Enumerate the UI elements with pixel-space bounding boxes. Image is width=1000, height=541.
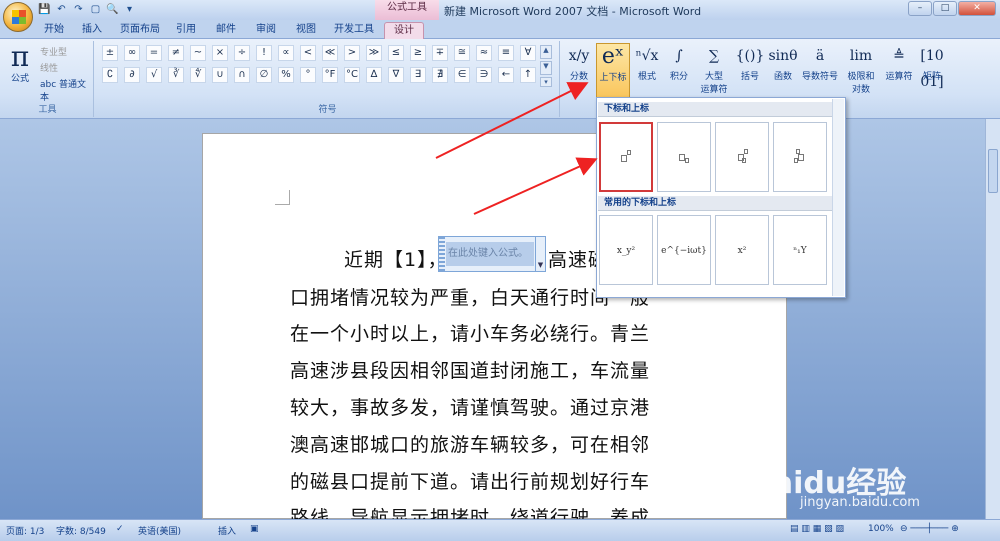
page-count[interactable]: 页面: 1/3 — [6, 524, 44, 537]
arrow-to-script-button — [435, 82, 589, 159]
insert-mode[interactable]: 插入 — [218, 524, 236, 537]
zoom-level[interactable]: 100% — [868, 524, 894, 534]
word-count[interactable]: 字数: 8/549 — [56, 524, 106, 537]
proofing-icon[interactable]: ✓ — [116, 524, 124, 534]
language-label[interactable]: 英语(美国) — [138, 524, 181, 537]
zoom-slider[interactable]: ⊖ ───┼─── ⊕ — [900, 524, 959, 534]
watermark-url: jingyan.baidu.com — [800, 495, 920, 510]
status-bar: 页面: 1/3 字数: 8/549 ✓ 英语(美国) 插入 ▣ ▤ ▥ ▦ ▧ … — [0, 519, 1000, 541]
arrow-to-template — [473, 157, 598, 215]
macro-icon[interactable]: ▣ — [250, 524, 259, 534]
view-buttons[interactable]: ▤ ▥ ▦ ▧ ▨ — [790, 524, 844, 534]
office-logo-icon — [12, 10, 26, 24]
office-button[interactable] — [3, 2, 33, 32]
